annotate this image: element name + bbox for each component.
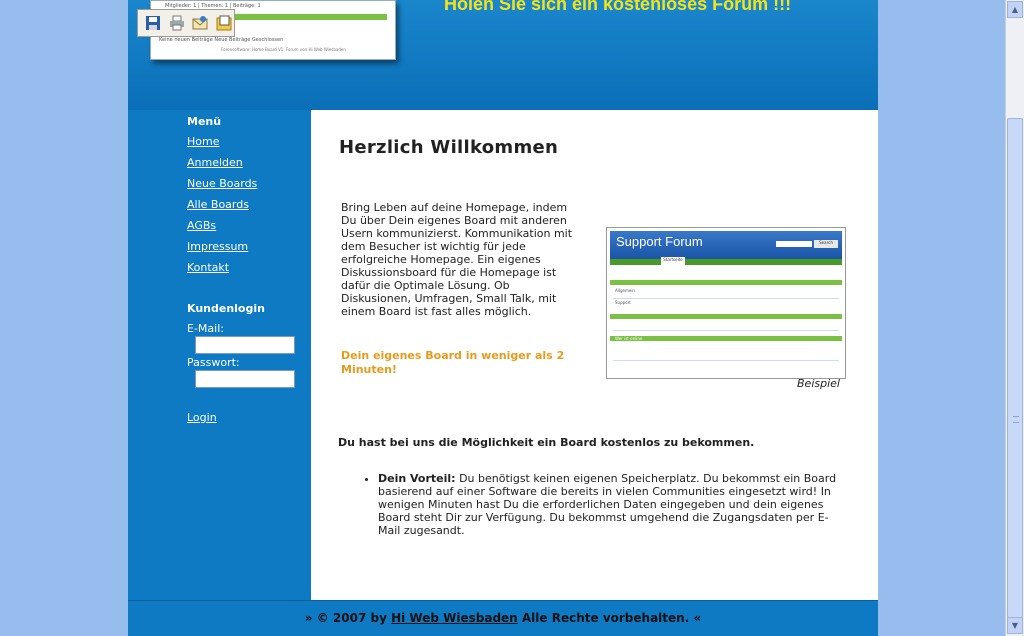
preview-section-2: Support — [615, 300, 631, 305]
intro-text: Bring Leben auf deine Homepage, indem Du… — [341, 201, 573, 318]
menu-link-alle-boards[interactable]: Alle Boards — [187, 198, 249, 211]
preview-row-divider — [613, 360, 839, 361]
list-item-title: Dein Vorteil: — [378, 472, 456, 485]
scroll-down-button[interactable]: ▼ — [1007, 617, 1023, 634]
menu-link-kontakt[interactable]: Kontakt — [187, 261, 229, 274]
menu-item-neue-boards: Neue Boards — [187, 177, 257, 198]
banner-footer: Forensoftware: Home Board V1. Forum von … — [221, 47, 346, 52]
preview-online-bar — [610, 336, 842, 341]
print-image-button[interactable] — [167, 13, 187, 33]
menu-item-agbs: AGBs — [187, 219, 257, 240]
menu-item-anmelden: Anmelden — [187, 156, 257, 177]
menu-item-impressum: Impressum — [187, 240, 257, 261]
preview-search-box — [776, 241, 812, 247]
login-link[interactable]: Login — [187, 411, 217, 424]
advantages-list: Dein Vorteil: Du benötigst keinen eigene… — [378, 472, 848, 537]
scroll-up-button[interactable]: ▲ — [1007, 1, 1023, 18]
login-heading: Kundenlogin — [187, 302, 265, 315]
footer-suffix: Alle Rechte vorbehalten. « — [517, 611, 702, 625]
vertical-scrollbar[interactable]: ▲ ▼ — [1005, 0, 1024, 636]
preview-header: Support Forum Search — [610, 231, 842, 259]
menu-link-impressum[interactable]: Impressum — [187, 240, 248, 253]
save-image-button[interactable] — [143, 13, 163, 33]
email-image-button[interactable] — [191, 13, 211, 33]
scrollbar-thumb[interactable] — [1007, 118, 1023, 618]
email-label: E-Mail: — [187, 322, 224, 335]
export-icon — [216, 15, 232, 31]
menu-link-anmelden[interactable]: Anmelden — [187, 156, 243, 169]
preview-row-divider — [613, 330, 839, 331]
page-title: Herzlich Willkommen — [339, 137, 559, 158]
footer: » © 2007 by Hi Web Wiesbaden Alle Rechte… — [128, 600, 878, 636]
preview-search-button: Search — [814, 240, 838, 248]
forum-preview-image: Support Forum Search Startseite Allgemei… — [606, 227, 846, 379]
email-field[interactable] — [195, 336, 295, 354]
preview-title: Support Forum — [616, 234, 703, 249]
preview-table-header — [610, 280, 842, 285]
menu-link-agbs[interactable]: AGBs — [187, 219, 216, 232]
scrollbar-grip-icon — [1013, 416, 1019, 423]
menu-item-kontakt: Kontakt — [187, 261, 257, 282]
preview-section-1: Allgemein — [615, 288, 635, 293]
preview-stats-bar — [610, 314, 842, 319]
sidebar: Menü Home Anmelden Neue Boards Alle Boar… — [128, 110, 311, 600]
highlight-text: Dein eigenes Board in weniger als 2 Minu… — [341, 349, 565, 376]
preview-row-divider — [613, 298, 839, 299]
menu-list: Home Anmelden Neue Boards Alle Boards AG… — [187, 135, 257, 282]
main-content: Herzlich Willkommen Bring Leben auf dein… — [311, 110, 878, 600]
print-icon — [169, 15, 184, 31]
page-container: Mitglieder: 1 | Themen: 1 | Beiträge: 1 … — [128, 0, 878, 636]
password-label: Passwort: — [187, 356, 240, 369]
image-toolbar — [137, 9, 235, 37]
menu-item-home: Home — [187, 135, 257, 156]
email-icon — [192, 16, 208, 30]
list-item: Dein Vorteil: Du benötigst keinen eigene… — [378, 472, 848, 537]
preview-section-3: Wer ist online — [615, 336, 643, 341]
banner-legend: Keine neuen Beiträge Neue Beiträge Gesch… — [159, 37, 284, 43]
footer-company-link[interactable]: Hi Web Wiesbaden — [391, 611, 518, 625]
preview-nav-tab: Startseite — [661, 257, 685, 265]
header-banner: Mitglieder: 1 | Themen: 1 | Beiträge: 1 … — [128, 0, 878, 110]
password-field[interactable] — [195, 370, 295, 388]
preview-nav-bar — [610, 259, 842, 265]
menu-item-alle-boards: Alle Boards — [187, 198, 257, 219]
menu-link-home[interactable]: Home — [187, 135, 219, 148]
menu-heading: Menü — [187, 115, 222, 128]
export-image-button[interactable] — [214, 13, 234, 33]
offer-subheading: Du hast bei uns die Möglichkeit ein Boar… — [338, 436, 755, 449]
preview-caption: Beispiel — [797, 377, 840, 390]
header-tagline: Holen Sie sich ein kostenloses Forum !!! — [444, 0, 792, 14]
footer-prefix: » © 2007 by — [304, 611, 392, 625]
menu-link-neue-boards[interactable]: Neue Boards — [187, 177, 257, 190]
save-icon — [145, 16, 160, 30]
